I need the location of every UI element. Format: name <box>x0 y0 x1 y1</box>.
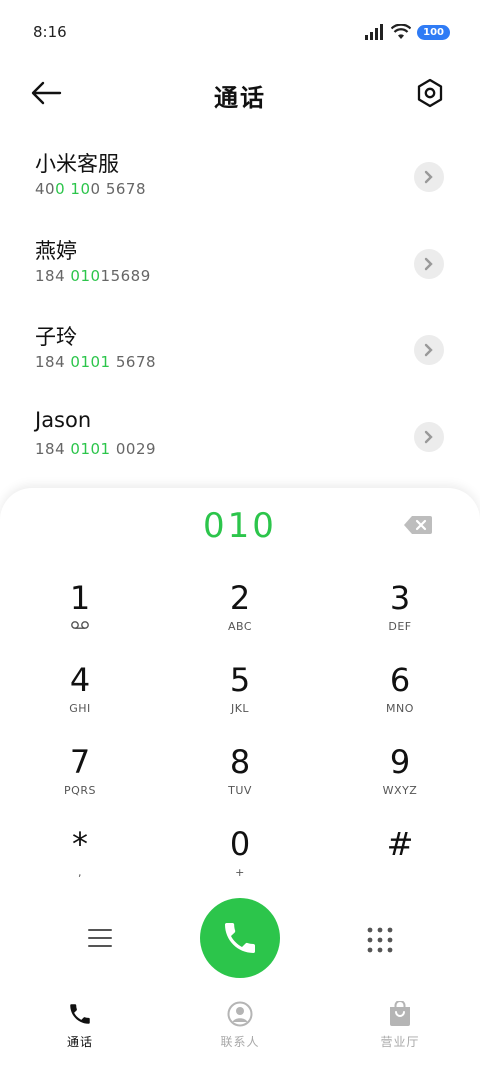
nav-item-hall[interactable]: 营业厅 <box>320 997 480 1067</box>
key-digit: 8 <box>229 743 251 781</box>
contact-detail-button[interactable] <box>414 335 444 365</box>
backspace-button[interactable] <box>404 516 432 536</box>
phone-icon <box>225 923 255 953</box>
key-letters: ABC <box>227 620 253 633</box>
key-letters: PQRS <box>64 784 96 797</box>
call-button[interactable] <box>200 898 280 978</box>
contact-detail-button[interactable] <box>414 248 444 279</box>
key-digit: 5 <box>229 661 251 699</box>
menu-icon <box>88 929 112 947</box>
menu-button[interactable] <box>88 928 112 950</box>
key-digit: 0 <box>229 825 251 863</box>
key-5[interactable]: 5 JKL <box>160 658 320 740</box>
key-letters <box>320 866 480 880</box>
key-9[interactable]: 9 WXYZ <box>320 740 480 822</box>
key-8[interactable]: 8 TUV <box>160 740 320 822</box>
key-digit: 2 <box>229 579 251 617</box>
contact-list: 小米客服 400 100 5678 燕婷 184 01015689 子玲 184… <box>0 140 480 486</box>
wifi-icon <box>391 24 412 39</box>
status-icons: 100 <box>365 22 450 42</box>
key-digit: 3 <box>389 579 411 617</box>
keypad-toggle-button[interactable] <box>366 926 394 954</box>
contact-number: 184 0101 0029 <box>35 439 157 458</box>
key-digit: 9 <box>389 743 411 781</box>
contact-number: 400 100 5678 <box>35 180 147 198</box>
key-digit: 1 <box>69 579 91 617</box>
key-letters: MNO <box>386 702 414 715</box>
person-icon <box>227 1001 253 1027</box>
dialer-panel: 010 1 2 ABC 3 DEF 4 GHI 5 JKL 6 MNO 7 PQ… <box>0 488 480 1067</box>
key-1[interactable]: 1 <box>0 576 160 658</box>
key-letters: , <box>78 866 82 879</box>
contact-item[interactable]: 燕婷 184 01015689 <box>0 227 480 314</box>
nav-label: 营业厅 <box>380 1035 420 1049</box>
contact-item[interactable]: 子玲 184 0101 5678 <box>0 313 480 400</box>
status-bar: 8:16 100 <box>0 0 480 66</box>
key-7[interactable]: 7 PQRS <box>0 740 160 822</box>
key-letters: GHI <box>69 702 91 715</box>
nav-item-calls[interactable]: 通话 <box>0 997 160 1067</box>
key-4[interactable]: 4 GHI <box>0 658 160 740</box>
keypad: 1 2 ABC 3 DEF 4 GHI 5 JKL 6 MNO 7 PQRS 8… <box>0 576 480 904</box>
page-title: 通话 <box>214 84 266 112</box>
dialer-actions <box>0 898 480 982</box>
signal-icon <box>365 24 384 40</box>
key-hash[interactable]: # <box>320 822 480 904</box>
key-letters: + <box>235 866 245 879</box>
contact-item[interactable]: 小米客服 400 100 5678 <box>0 140 480 227</box>
contact-item[interactable]: Jason 184 0101 0029 <box>0 400 480 487</box>
settings-button[interactable] <box>416 78 446 110</box>
key-digit: 7 <box>69 743 91 781</box>
nav-item-contacts[interactable]: 联系人 <box>160 997 320 1067</box>
key-letters: TUV <box>228 784 252 797</box>
contact-number: 184 01015689 <box>35 266 151 285</box>
shopping-bag-icon <box>390 1001 410 1026</box>
key-letters: WXYZ <box>382 784 418 797</box>
key-digit: 4 <box>69 661 91 699</box>
key-3[interactable]: 3 DEF <box>320 576 480 658</box>
key-6[interactable]: 6 MNO <box>320 658 480 740</box>
voicemail-icon <box>0 620 160 634</box>
top-bar: 通话 <box>0 66 480 122</box>
key-letters: JKL <box>230 702 250 715</box>
key-digit: * <box>72 825 88 863</box>
contact-detail-button[interactable] <box>414 162 444 192</box>
gear-icon <box>417 78 443 108</box>
key-digit: # <box>386 825 414 863</box>
status-time: 8:16 <box>33 23 67 41</box>
battery-icon: 100 <box>417 24 450 40</box>
key-letters: DEF <box>388 620 412 633</box>
chevron-right-icon <box>424 343 433 357</box>
chevron-right-icon <box>424 257 433 270</box>
phone-icon <box>70 1004 90 1024</box>
chevron-right-icon <box>424 430 433 443</box>
contact-detail-button[interactable] <box>414 421 444 452</box>
key-digit: 6 <box>389 661 411 699</box>
contact-number: 184 0101 5678 <box>35 353 157 371</box>
backspace-icon <box>404 516 432 534</box>
key-0[interactable]: 0 + <box>160 822 320 904</box>
key-2[interactable]: 2 ABC <box>160 576 320 658</box>
dialpad-icon <box>367 927 393 953</box>
bottom-nav: 通话 联系人 营业厅 <box>0 997 480 1067</box>
key-star[interactable]: * , <box>0 822 160 904</box>
nav-label: 联系人 <box>220 1035 260 1049</box>
nav-label: 通话 <box>66 1035 93 1049</box>
chevron-right-icon <box>424 170 433 184</box>
